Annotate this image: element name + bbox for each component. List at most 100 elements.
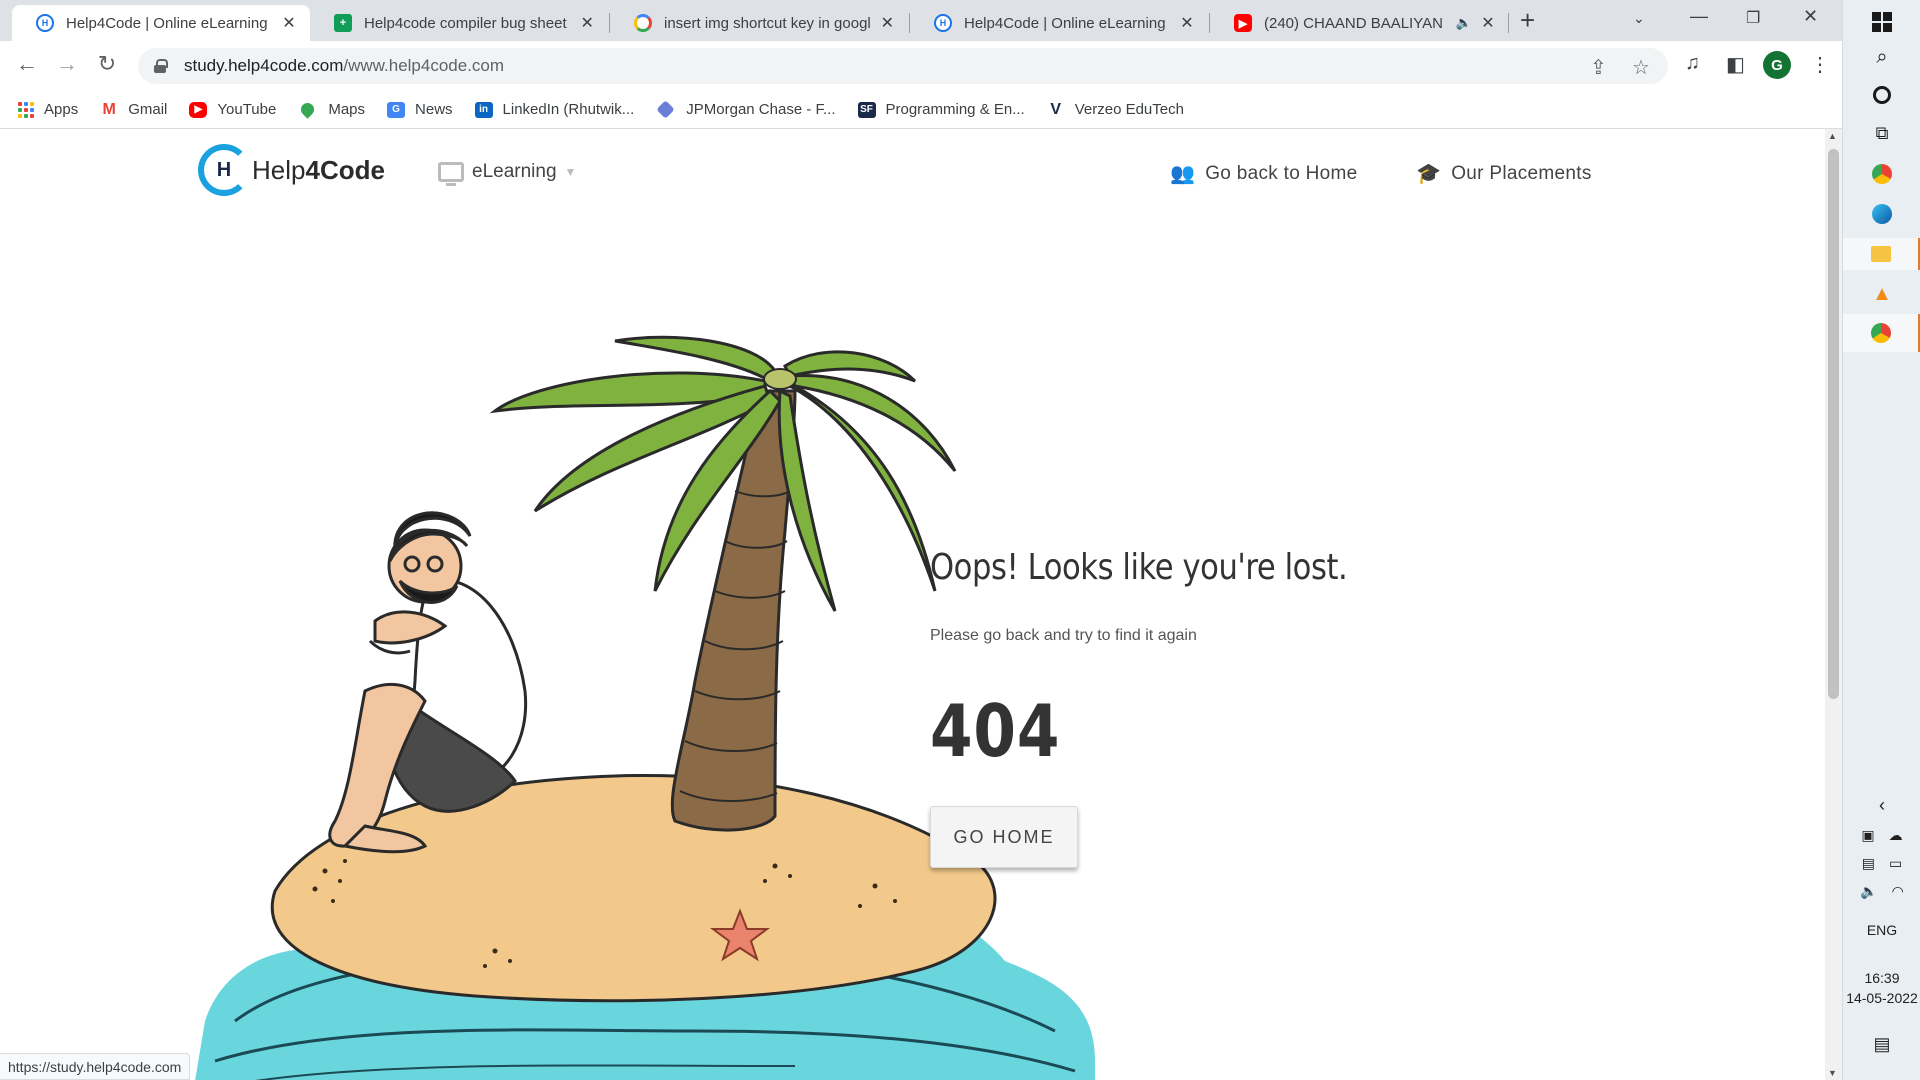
tab-title: Help4Code | Online eLearning <box>66 14 268 32</box>
gmail-icon: M <box>100 101 119 118</box>
help4code-icon: H <box>36 14 54 32</box>
tab-separator <box>1508 13 1509 33</box>
browser-toolbar: ← → ↻ study.help4code.com/www.help4code.… <box>0 41 1842 91</box>
chevron-down-icon: ▼ <box>564 165 577 179</box>
close-icon[interactable]: ✕ <box>578 13 596 33</box>
media-control-icon[interactable]: ♫ <box>1685 52 1700 75</box>
reload-icon[interactable]: ↻ <box>92 51 122 77</box>
address-bar[interactable]: study.help4code.com/www.help4code.com ⇪ … <box>138 48 1668 84</box>
scroll-up-icon[interactable]: ▲ <box>1828 131 1837 141</box>
bookmark-youtube[interactable]: ▶ YouTube <box>189 101 276 118</box>
linkedin-icon: in <box>474 101 493 118</box>
tab-title: Help4code compiler bug sheet - <box>364 14 571 32</box>
tab-title: (240) CHAAND BAALIYAN SO <box>1264 14 1448 32</box>
nav-elearning[interactable]: eLearning ▼ <box>438 161 577 186</box>
error-code: 404 <box>930 689 1061 773</box>
minimize-icon[interactable]: — <box>1690 6 1708 27</box>
profile-avatar[interactable]: G <box>1763 51 1791 79</box>
new-tab-button[interactable]: + <box>1520 7 1535 33</box>
google-icon <box>634 14 652 32</box>
tab-strip: H Help4Code | Online eLearning ✕ + Help4… <box>0 0 1842 41</box>
close-icon[interactable]: ✕ <box>280 13 298 33</box>
chevron-left-icon[interactable]: ‹ <box>1843 792 1920 818</box>
tab-search-chevron-icon[interactable]: ⌄ <box>1633 10 1645 27</box>
onedrive-icon[interactable]: ☁ <box>1889 827 1903 844</box>
nav-elearning-label: eLearning <box>472 161 557 182</box>
page-scrollbar[interactable]: ▲ ▼ <box>1825 129 1842 1080</box>
meet-icon[interactable]: ▣ <box>1861 827 1874 844</box>
display-icon[interactable]: ▤ <box>1862 855 1875 872</box>
youtube-icon: ▶ <box>189 101 208 118</box>
system-clock[interactable]: 16:39 14-05-2022 <box>1843 966 1920 1010</box>
cortana-icon[interactable] <box>1843 80 1920 110</box>
page-viewport: H Help4Code eLearning ▼ 👥 Go back to Hom… <box>0 129 1842 1080</box>
status-bar-url: https://study.help4code.com <box>0 1053 191 1080</box>
help4code-logo-icon: H <box>198 144 250 196</box>
bookmark-programming[interactable]: SF Programming & En... <box>857 101 1025 118</box>
bookmark-gmail[interactable]: M Gmail <box>100 101 167 118</box>
file-explorer-icon[interactable] <box>1843 238 1920 270</box>
restore-icon[interactable]: ❐ <box>1746 8 1760 28</box>
close-icon[interactable]: ✕ <box>1480 13 1496 33</box>
browser-window: H Help4Code | Online eLearning ✕ + Help4… <box>0 0 1842 1080</box>
edge-icon[interactable] <box>1843 198 1920 230</box>
windows-start-icon[interactable] <box>1843 6 1920 38</box>
error-title: Oops! Looks like you're lost. <box>930 547 1348 588</box>
lock-icon[interactable] <box>154 59 168 73</box>
bookmark-label: Gmail <box>128 101 168 118</box>
vlc-icon[interactable]: ▲ <box>1843 278 1920 310</box>
tab-google-search[interactable]: insert img shortcut key in google ✕ <box>610 5 908 41</box>
bookmark-news[interactable]: G News <box>387 101 453 118</box>
chrome-icon[interactable] <box>1843 158 1920 190</box>
wifi-icon[interactable]: ◠ <box>1892 883 1904 900</box>
bookmark-label: Maps <box>328 101 366 118</box>
bookmark-jpmorgan[interactable]: JPMorgan Chase - F... <box>656 100 836 119</box>
scroll-down-icon[interactable]: ▼ <box>1828 1068 1837 1078</box>
forward-arrow-icon[interactable]: → <box>52 51 82 77</box>
bookmark-label: Verzeo EduTech <box>1074 101 1184 118</box>
task-view-icon[interactable]: ⧉ <box>1843 118 1920 148</box>
menu-kebab-icon[interactable]: ⋮ <box>1810 52 1830 77</box>
tab-help4code[interactable]: H Help4Code | Online eLearning ✕ <box>910 5 1208 41</box>
mute-icon[interactable]: 🔈 <box>1456 15 1472 31</box>
tab-sheets[interactable]: + Help4code compiler bug sheet - ✕ <box>310 5 608 41</box>
news-icon: G <box>387 101 406 118</box>
bookmark-maps[interactable]: Maps <box>298 100 366 119</box>
nav-our-placements[interactable]: 🎓 Our Placements <box>1416 161 1592 186</box>
verzeo-icon: V <box>1046 101 1065 118</box>
share-icon[interactable]: ⇪ <box>1590 55 1607 80</box>
jpmorgan-icon <box>656 100 675 119</box>
volume-icon[interactable]: 🔈 <box>1860 883 1877 900</box>
search-icon[interactable]: ⌕ <box>1843 42 1920 72</box>
tab-title: Help4Code | Online eLearning <box>964 14 1166 32</box>
chrome-active-icon[interactable] <box>1843 314 1920 352</box>
language-indicator[interactable]: ENG <box>1843 918 1920 942</box>
tab-help4code-active[interactable]: H Help4Code | Online eLearning ✕ <box>12 5 310 41</box>
battery-icon[interactable]: ▭ <box>1889 855 1902 872</box>
nav-go-back-home[interactable]: 👥 Go back to Home <box>1170 161 1358 186</box>
url-host: study.help4code.com <box>184 56 344 75</box>
tray-row-1: ▣ ☁ <box>1843 822 1920 848</box>
site-logo[interactable]: H Help4Code <box>198 144 385 196</box>
bookmark-label: Apps <box>44 101 79 118</box>
help4code-icon: H <box>934 14 952 32</box>
go-home-button[interactable]: GO HOME <box>930 806 1078 868</box>
close-window-icon[interactable]: ✕ <box>1803 6 1818 27</box>
bookmark-linkedin[interactable]: in LinkedIn (Rhutwik... <box>474 101 634 118</box>
clock-date: 14-05-2022 <box>1846 990 1918 1006</box>
notification-icon[interactable]: ▤ <box>1843 1030 1920 1058</box>
bookmark-star-icon[interactable]: ☆ <box>1632 55 1650 80</box>
bookmark-verzeo[interactable]: V Verzeo EduTech <box>1046 101 1184 118</box>
side-panel-icon[interactable]: ◧ <box>1726 52 1745 77</box>
bookmark-apps[interactable]: Apps <box>18 101 78 118</box>
bookmark-label: News <box>415 101 453 118</box>
bookmark-label: YouTube <box>217 101 277 118</box>
tab-youtube[interactable]: ▶ (240) CHAAND BAALIYAN SO 🔈 ✕ <box>1210 5 1508 41</box>
sheets-icon: + <box>334 14 352 32</box>
scrollbar-thumb[interactable] <box>1828 149 1839 699</box>
maps-icon <box>298 100 318 119</box>
close-icon[interactable]: ✕ <box>879 13 896 33</box>
close-icon[interactable]: ✕ <box>1178 13 1196 33</box>
youtube-icon: ▶ <box>1234 14 1252 32</box>
back-arrow-icon[interactable]: ← <box>12 51 42 77</box>
